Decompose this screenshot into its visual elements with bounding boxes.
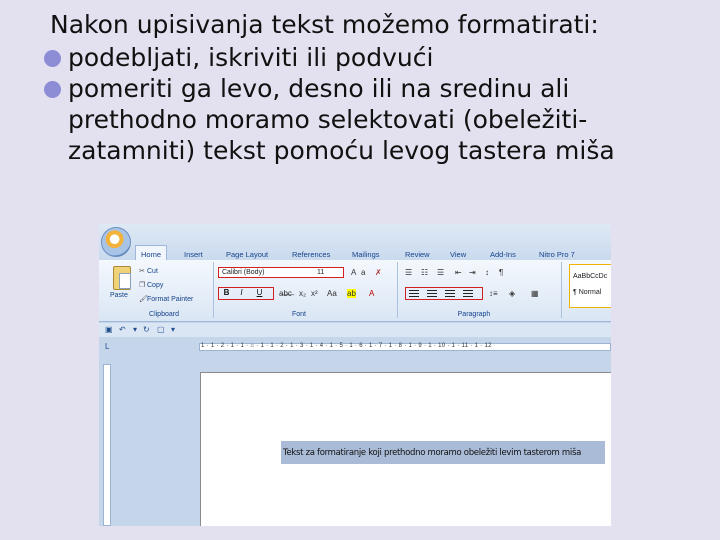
font-selector-highlight: Calibri (Body) 11 xyxy=(218,267,344,278)
paste-icon[interactable] xyxy=(113,266,131,290)
group-divider xyxy=(397,262,398,318)
change-case-icon[interactable]: Aa xyxy=(327,289,337,298)
align-center-icon[interactable] xyxy=(427,290,437,298)
quick-styles-gallery[interactable]: AaBbCcDc ¶ Normal xyxy=(569,264,611,308)
format-painter-button[interactable]: 🖌Format Painter xyxy=(139,295,193,303)
clear-formatting-icon[interactable]: ✗ xyxy=(375,268,382,277)
vertical-ruler[interactable] xyxy=(103,364,111,526)
justify-icon[interactable] xyxy=(463,290,473,298)
numbering-icon[interactable]: ☷ xyxy=(421,268,428,277)
font-color-icon[interactable]: A xyxy=(369,289,374,298)
tab-selector-icon[interactable]: L xyxy=(105,342,109,351)
bullet-text: pomeriti ga levo, desno ili na sredinu a… xyxy=(68,74,615,165)
quick-access-toolbar: ▣ ↶ ▾ ↻ ▢ ▾ xyxy=(99,323,611,337)
font-size-dropdown[interactable]: 11 xyxy=(317,269,324,276)
save-icon[interactable]: ▣ xyxy=(105,325,113,334)
group-divider xyxy=(213,262,214,318)
sort-icon[interactable]: ↕ xyxy=(485,268,489,277)
italic-button[interactable]: I xyxy=(235,288,248,298)
style-normal-label: ¶ Normal xyxy=(573,289,602,296)
underline-button[interactable]: U xyxy=(253,288,266,298)
multilevel-list-icon[interactable]: ☰ xyxy=(437,268,444,277)
redo-icon[interactable]: ↻ xyxy=(143,325,150,334)
office-button-icon[interactable] xyxy=(101,227,131,257)
align-left-icon[interactable] xyxy=(409,290,419,298)
clipboard-group-label: Clipboard xyxy=(149,311,179,318)
bullets-icon[interactable]: ☰ xyxy=(405,268,412,277)
slide-heading: Nakon upisivanja tekst možemo formatirat… xyxy=(50,10,599,39)
copy-button[interactable]: ❐ Copy xyxy=(139,281,163,289)
bullet-dot-icon xyxy=(44,50,61,67)
slide-text: Nakon upisivanja tekst možemo formatirat… xyxy=(44,8,700,166)
shrink-font-icon[interactable]: a xyxy=(361,268,365,277)
shading-icon[interactable]: ◈ xyxy=(509,289,515,298)
align-right-icon[interactable] xyxy=(445,290,455,298)
cut-button[interactable]: ✂ Cut xyxy=(139,267,158,275)
paste-button[interactable]: Paste xyxy=(110,292,128,299)
group-divider xyxy=(561,262,562,318)
borders-icon[interactable]: ▦ xyxy=(531,289,539,298)
paragraph-group-label: Paragraph xyxy=(457,311,491,318)
strikethrough-icon[interactable]: a̶b̶c̶ xyxy=(279,289,292,298)
highlight-color-icon[interactable]: ab xyxy=(347,289,356,298)
bullet-text: podebljati, iskriviti ili podvući xyxy=(68,43,434,72)
bullet-dot-icon xyxy=(44,81,61,98)
ribbon: Paste ✂ Cut ❐ Copy 🖌Format Painter Clipboa… xyxy=(99,260,611,322)
show-formatting-icon[interactable]: ¶ xyxy=(499,268,503,277)
increase-indent-icon[interactable]: ⇥ xyxy=(469,268,476,277)
bold-button[interactable]: B xyxy=(220,288,233,298)
style-sample-preview: AaBbCcDc xyxy=(573,273,608,280)
alignment-highlight xyxy=(405,287,483,300)
print-preview-icon[interactable]: ▢ xyxy=(157,325,165,334)
tab-home[interactable]: Home xyxy=(135,245,168,261)
copy-icon: ❐ xyxy=(139,282,146,289)
ruler-numbers: 1 · 1 · 2 · 1 · 1 · ⌂ · 1 · 1 · 2 · 1 · … xyxy=(201,343,492,349)
undo-icon[interactable]: ↶ xyxy=(119,325,126,334)
word-window-screenshot: Home Insert Page Layout References Maili… xyxy=(99,224,611,526)
subscript-icon[interactable]: x₂ xyxy=(299,289,306,298)
brush-icon: 🖌 xyxy=(139,296,148,303)
ribbon-tabs-bar: Home Insert Page Layout References Maili… xyxy=(99,224,611,261)
document-page[interactable]: Tekst za formatiranje koji prethodno mor… xyxy=(200,372,611,526)
customize-qat-icon[interactable]: ▾ xyxy=(171,325,175,334)
scissors-icon: ✂ xyxy=(139,268,145,275)
ruler-area: L 1 · 1 · 2 · 1 · 1 · ⌂ · 1 · 1 · 2 · 1 … xyxy=(99,337,611,357)
bullet-item: podebljati, iskriviti ili podvući xyxy=(44,42,700,73)
selected-document-text[interactable]: Tekst za formatiranje koji prethodno mor… xyxy=(281,441,605,464)
decrease-indent-icon[interactable]: ⇤ xyxy=(455,268,462,277)
line-spacing-icon[interactable]: ↕≡ xyxy=(489,289,498,298)
font-name-dropdown[interactable]: Calibri (Body) xyxy=(222,269,264,276)
bold-italic-underline-highlight: B I U xyxy=(218,287,274,300)
superscript-icon[interactable]: x² xyxy=(311,289,318,298)
bullet-item: pomeriti ga levo, desno ili na sredinu a… xyxy=(44,73,700,166)
grow-font-icon[interactable]: A xyxy=(351,268,356,277)
font-group-label: Font xyxy=(291,311,306,318)
undo-dropdown-icon[interactable]: ▾ xyxy=(133,325,137,334)
